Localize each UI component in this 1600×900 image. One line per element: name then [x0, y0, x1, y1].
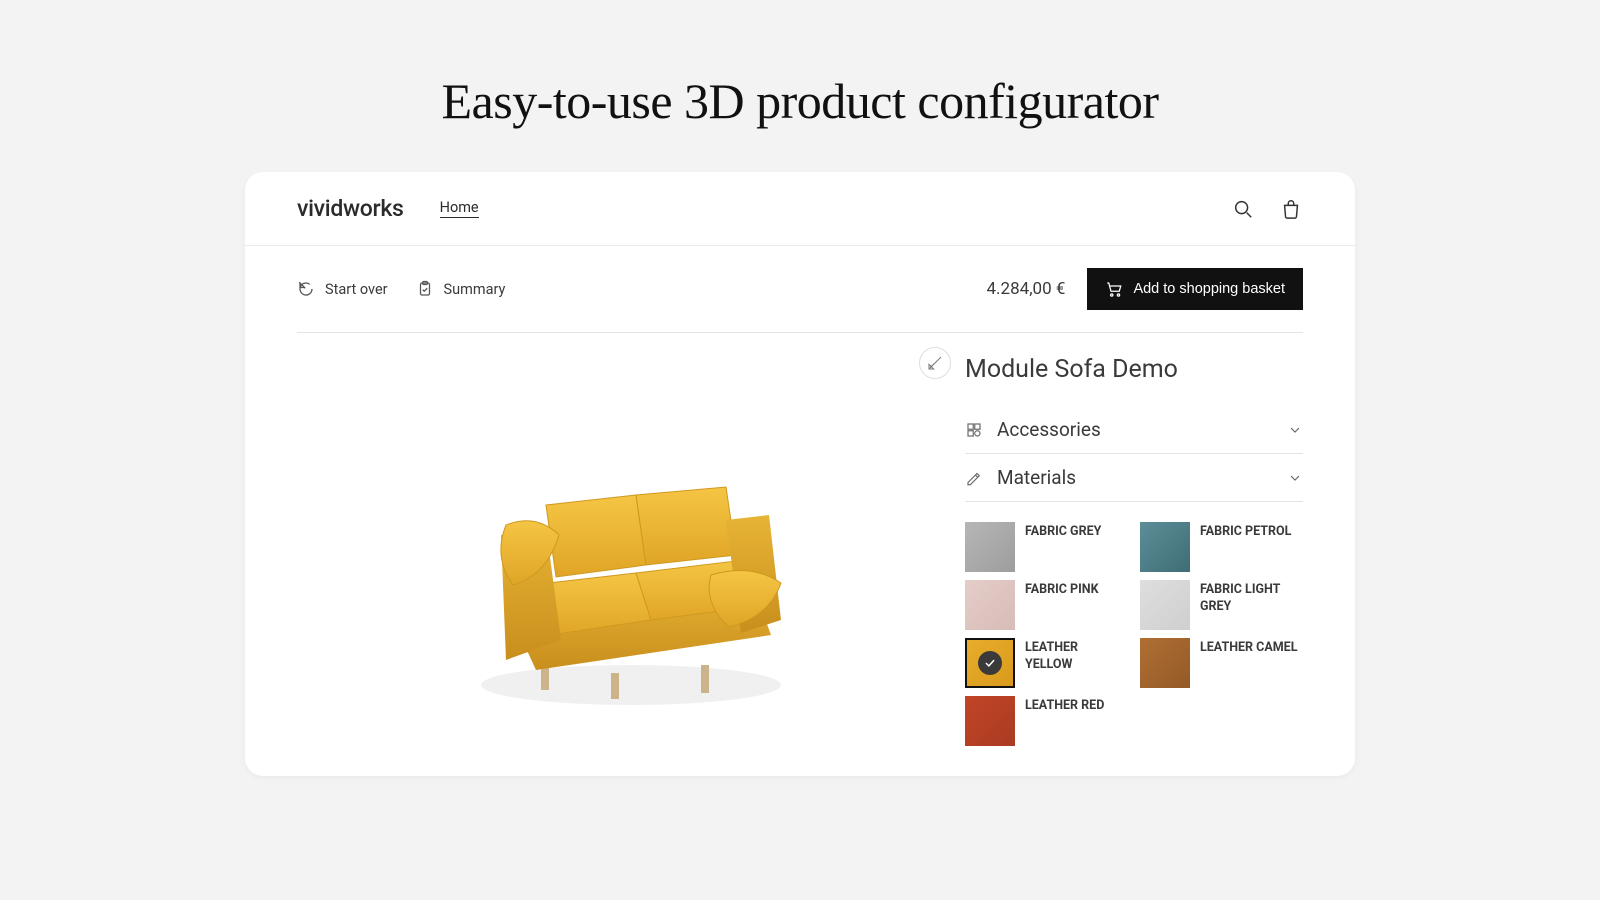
- material-swatches: FABRIC GREY FABRIC PETROL FABRIC PINK FABRI…: [965, 522, 1303, 746]
- chevron-down-icon: [1287, 470, 1303, 486]
- swatch-label: FABRIC LIGHT GREY: [1200, 580, 1303, 616]
- config-sidebar: Module Sofa Demo Accessories Materials: [965, 333, 1303, 776]
- nav-home[interactable]: Home: [440, 199, 479, 218]
- action-row: Start over Summary 4.284,00 € Add to sho…: [245, 246, 1355, 332]
- accordion-materials-label: Materials: [997, 466, 1273, 489]
- start-over-label: Start over: [325, 281, 388, 298]
- chevron-down-icon: [1287, 422, 1303, 438]
- swatch-label: FABRIC PINK: [1025, 580, 1099, 599]
- swatch-fabric-light-grey[interactable]: [1140, 580, 1190, 630]
- main: Module Sofa Demo Accessories Materials: [245, 333, 1355, 776]
- selected-badge: [967, 640, 1013, 686]
- swatch-fabric-grey[interactable]: [965, 522, 1015, 572]
- swatch-fabric-pink[interactable]: [965, 580, 1015, 630]
- accordion-materials[interactable]: Materials: [965, 454, 1303, 502]
- material-option-fabric-petrol[interactable]: FABRIC PETROL: [1140, 522, 1303, 572]
- summary-button[interactable]: Summary: [416, 280, 506, 298]
- puzzle-icon: [965, 421, 983, 439]
- price: 4.284,00 €: [987, 279, 1066, 299]
- swatch-leather-red[interactable]: [965, 696, 1015, 746]
- action-right: 4.284,00 € Add to shopping basket: [987, 268, 1304, 310]
- material-option-fabric-light-grey[interactable]: FABRIC LIGHT GREY: [1140, 580, 1303, 630]
- swatch-label: LEATHER CAMEL: [1200, 638, 1297, 657]
- accordion-accessories[interactable]: Accessories: [965, 406, 1303, 454]
- swatch-leather-yellow[interactable]: [965, 638, 1015, 688]
- clipboard-check-icon: [416, 280, 434, 298]
- page-title: Easy-to-use 3D product configurator: [0, 0, 1600, 172]
- topbar-left: vividworks Home: [297, 195, 479, 222]
- start-over-button[interactable]: Start over: [297, 280, 388, 298]
- shopping-cart-icon: [1105, 280, 1123, 298]
- app-card: vividworks Home Start over: [245, 172, 1355, 776]
- ruler-icon[interactable]: [919, 347, 951, 379]
- summary-label: Summary: [444, 281, 506, 298]
- shopping-bag-icon[interactable]: [1279, 197, 1303, 221]
- product-viewer[interactable]: [297, 333, 965, 776]
- add-to-basket-label: Add to shopping basket: [1133, 281, 1285, 297]
- accordion-accessories-label: Accessories: [997, 418, 1273, 441]
- material-option-fabric-grey[interactable]: FABRIC GREY: [965, 522, 1128, 572]
- brand-logo[interactable]: vividworks: [297, 195, 404, 222]
- search-icon[interactable]: [1231, 197, 1255, 221]
- add-to-basket-button[interactable]: Add to shopping basket: [1087, 268, 1303, 310]
- material-option-fabric-pink[interactable]: FABRIC PINK: [965, 580, 1128, 630]
- swatch-label: LEATHER RED: [1025, 696, 1104, 715]
- action-left: Start over Summary: [297, 280, 505, 298]
- topbar-right: [1231, 197, 1303, 221]
- palette-icon: [965, 469, 983, 487]
- swatch-label: LEATHER YELLOW: [1025, 638, 1128, 674]
- product-name: Module Sofa Demo: [965, 355, 1303, 384]
- material-option-leather-camel[interactable]: LEATHER CAMEL: [1140, 638, 1303, 688]
- swatch-label: FABRIC PETROL: [1200, 522, 1291, 541]
- topbar: vividworks Home: [245, 172, 1355, 246]
- restart-icon: [297, 280, 315, 298]
- material-option-leather-yellow[interactable]: LEATHER YELLOW: [965, 638, 1128, 688]
- swatch-label: FABRIC GREY: [1025, 522, 1101, 541]
- swatch-leather-camel[interactable]: [1140, 638, 1190, 688]
- sofa-3d-render: [451, 435, 811, 715]
- material-option-leather-red[interactable]: LEATHER RED: [965, 696, 1128, 746]
- swatch-fabric-petrol[interactable]: [1140, 522, 1190, 572]
